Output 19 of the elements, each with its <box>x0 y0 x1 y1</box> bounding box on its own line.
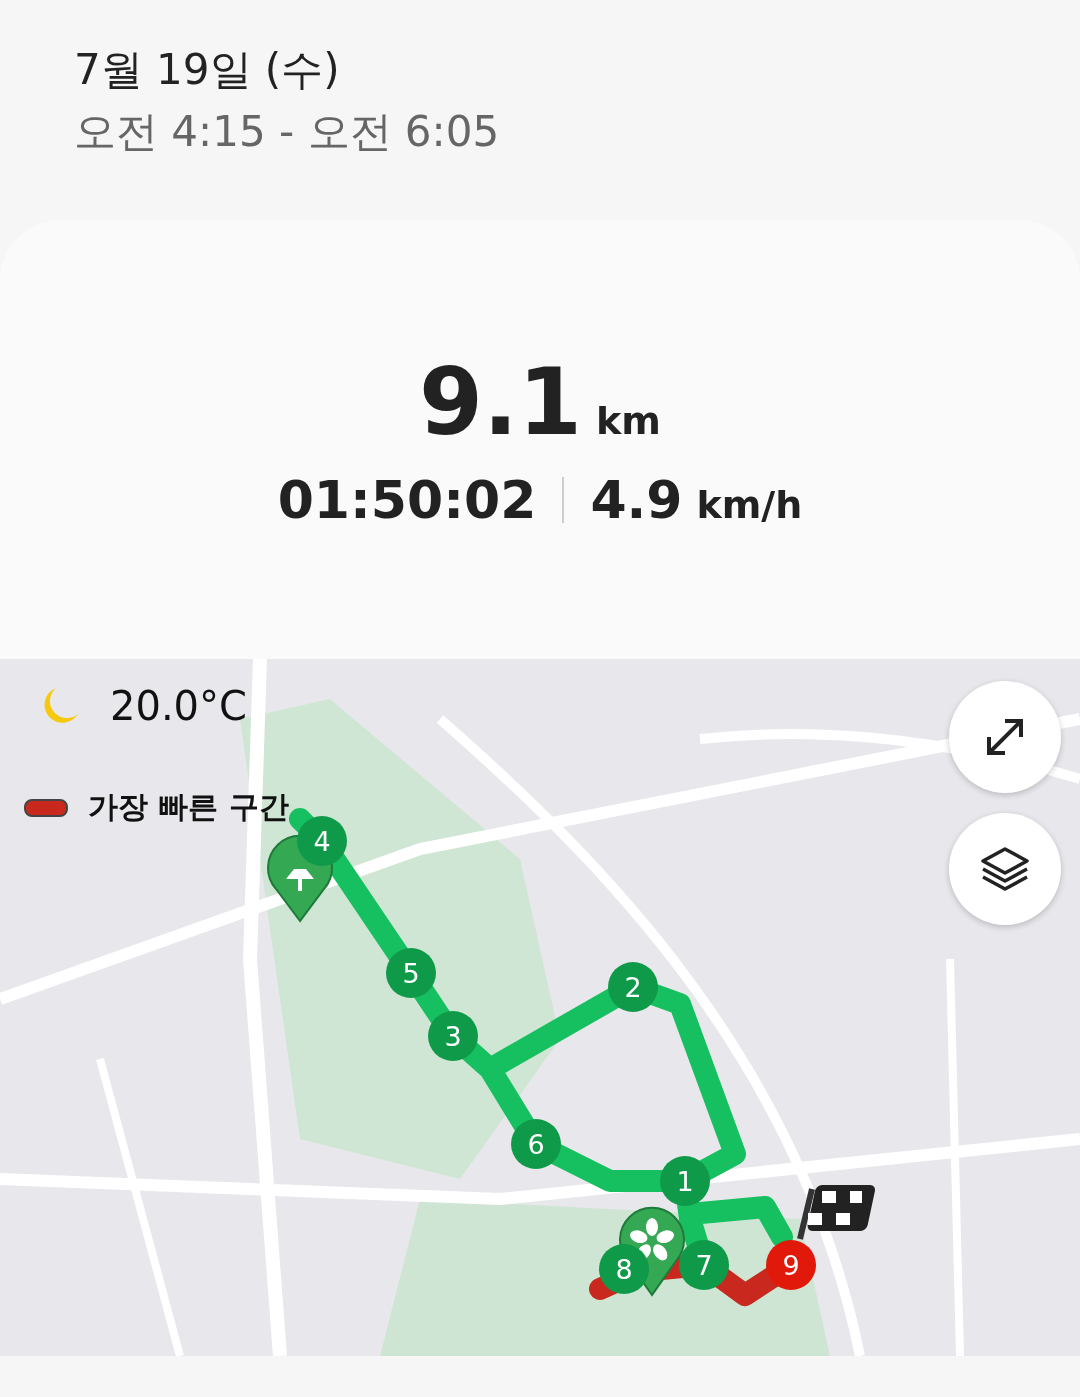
distance-marker: 1 <box>660 1156 710 1206</box>
distance-marker: 3 <box>428 1011 478 1061</box>
distance-marker: 5 <box>386 948 436 998</box>
temperature: 20.0°C <box>110 683 247 729</box>
distance-marker: 4 <box>297 816 347 866</box>
distance-marker: 8 <box>599 1244 649 1294</box>
workout-date: 7월 19일 (수) <box>74 44 341 96</box>
speed-unit: km/h <box>696 483 803 527</box>
distance-marker: 2 <box>608 962 658 1012</box>
duration-value: 01:50:02 <box>277 470 537 530</box>
finish-flag-icon <box>797 1185 877 1240</box>
legend-label: 가장 빠른 구간 <box>88 788 289 826</box>
distance-unit: km <box>596 399 661 443</box>
time-range: 오전 4:15 - 오전 6:05 <box>74 106 501 158</box>
distance-marker: 7 <box>679 1240 729 1290</box>
distance-marker: 9 <box>766 1240 816 1290</box>
distance-value: 9.1 <box>419 349 583 456</box>
speed-value: 4.9 <box>590 470 683 530</box>
distance-marker: 6 <box>511 1119 561 1169</box>
